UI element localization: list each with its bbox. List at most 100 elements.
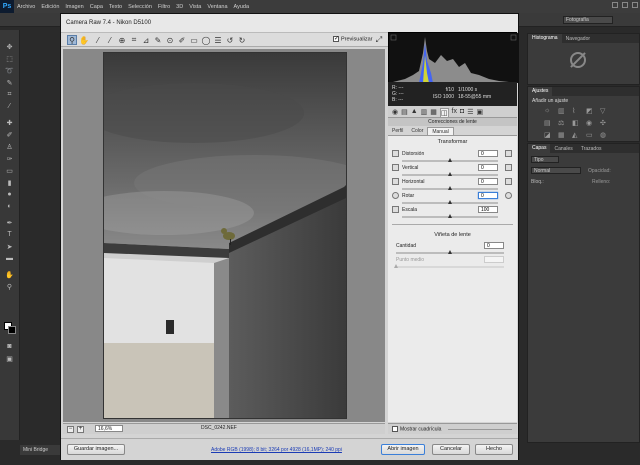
menu-3d[interactable]: 3D bbox=[173, 4, 186, 10]
vibrance-icon[interactable]: ▽ bbox=[600, 107, 614, 115]
menu-ventana[interactable]: Ventana bbox=[204, 4, 230, 10]
slider-cantidad[interactable]: Cantidad 0 bbox=[388, 242, 517, 256]
vignette-amount-thumb[interactable] bbox=[448, 250, 452, 254]
levels-icon[interactable]: ▥ bbox=[558, 107, 572, 115]
cancel-button[interactable]: Cancelar bbox=[432, 444, 470, 455]
workspace-select[interactable]: Fotografía bbox=[563, 16, 613, 24]
zoom-in-button[interactable]: + bbox=[77, 426, 84, 433]
tab-channels[interactable]: Canales bbox=[550, 146, 576, 152]
adjustment-brush-icon[interactable]: ✐ bbox=[177, 35, 187, 45]
marquee-tool-icon[interactable]: ⬚ bbox=[4, 54, 15, 63]
show-grid-toggle[interactable]: Mostrar cuadrícula bbox=[388, 423, 517, 434]
crop-tool-icon[interactable]: ⌗ bbox=[4, 90, 15, 99]
lasso-tool-icon[interactable]: ➰ bbox=[4, 66, 15, 75]
maximize-icon[interactable] bbox=[622, 2, 628, 8]
tab-histogram[interactable]: Histograma bbox=[528, 34, 562, 43]
menu-imagen[interactable]: Imagen bbox=[62, 4, 86, 10]
photo-filter-icon[interactable]: ◉ bbox=[586, 119, 600, 127]
slider-distorsion[interactable]: Distorsión 0 bbox=[388, 150, 517, 164]
split-toning-icon[interactable]: ▦ bbox=[430, 108, 437, 118]
curves-icon[interactable]: ⌇ bbox=[572, 107, 586, 115]
crop-icon[interactable]: ⌗ bbox=[129, 35, 139, 45]
screen-mode-icon[interactable]: ▣ bbox=[4, 354, 15, 363]
path-select-tool-icon[interactable]: ➤ bbox=[4, 242, 15, 251]
vertical-input[interactable]: 0 bbox=[478, 164, 498, 171]
scale-thumb[interactable] bbox=[448, 214, 452, 218]
hand-icon[interactable]: ✋ bbox=[79, 35, 89, 45]
healing-tool-icon[interactable]: ✚ bbox=[4, 118, 15, 127]
zoom-icon[interactable]: ⚲ bbox=[67, 35, 77, 45]
mini-bridge-tab[interactable]: Mini Bridge bbox=[20, 445, 60, 455]
distortion-thumb[interactable] bbox=[448, 158, 452, 162]
hand-tool-icon[interactable]: ✋ bbox=[4, 270, 15, 279]
menu-archivo[interactable]: Archivo bbox=[14, 4, 38, 10]
slider-escala[interactable]: Escala 100 bbox=[388, 206, 517, 220]
menu-texto[interactable]: Texto bbox=[106, 4, 125, 10]
presets-icon[interactable]: ☰ bbox=[467, 108, 473, 118]
exposure-icon[interactable]: ◩ bbox=[586, 107, 600, 115]
rotate-left-icon[interactable]: ↺ bbox=[225, 35, 235, 45]
brightness-icon[interactable]: ☼ bbox=[544, 107, 558, 115]
white-balance-icon[interactable]: ⁄ bbox=[93, 35, 103, 45]
stamp-tool-icon[interactable]: ♙ bbox=[4, 142, 15, 151]
tab-manual[interactable]: Manual bbox=[427, 127, 454, 135]
menu-capa[interactable]: Capa bbox=[87, 4, 106, 10]
tab-layers[interactable]: Capas bbox=[528, 144, 551, 153]
color-sampler-icon[interactable]: ⁄ bbox=[105, 35, 115, 45]
lens-corrections-icon[interactable]: ◫ bbox=[439, 108, 449, 118]
basic-panel-icon[interactable]: ◉ bbox=[392, 108, 398, 118]
red-eye-icon[interactable]: ⊙ bbox=[165, 35, 175, 45]
raw-photo-preview[interactable] bbox=[103, 52, 347, 419]
mixer-icon[interactable]: ✣ bbox=[600, 119, 614, 127]
snapshots-icon[interactable]: ▣ bbox=[477, 108, 484, 118]
brush-tool-icon[interactable]: ✐ bbox=[4, 130, 15, 139]
done-button[interactable]: Hecho bbox=[475, 444, 513, 455]
vignette-amount-input[interactable]: 0 bbox=[484, 242, 504, 249]
hue-icon[interactable]: ▤ bbox=[544, 119, 558, 127]
show-grid-checkbox[interactable] bbox=[392, 426, 398, 432]
rotate-input[interactable]: 0 bbox=[478, 192, 498, 199]
blur-tool-icon[interactable]: ● bbox=[4, 190, 15, 199]
horizontal-thumb[interactable] bbox=[448, 186, 452, 190]
tab-navigator[interactable]: Navegador bbox=[562, 36, 594, 42]
tone-curve-icon[interactable]: ▤ bbox=[401, 108, 408, 118]
distortion-input[interactable]: 0 bbox=[478, 150, 498, 157]
menu-vista[interactable]: Vista bbox=[186, 4, 204, 10]
quick-select-tool-icon[interactable]: ✎ bbox=[4, 78, 15, 87]
graduated-filter-icon[interactable]: ▭ bbox=[189, 35, 199, 45]
preview-toggle[interactable]: Previsualizar bbox=[333, 35, 372, 42]
menu-seleccion[interactable]: Selección bbox=[125, 4, 155, 10]
close-icon[interactable] bbox=[632, 2, 638, 8]
rotate-right-icon[interactable]: ↻ bbox=[237, 35, 247, 45]
tab-paths[interactable]: Trazados bbox=[577, 146, 606, 152]
menu-ayuda[interactable]: Ayuda bbox=[231, 4, 253, 10]
preview-checkbox[interactable] bbox=[333, 35, 339, 42]
open-image-button[interactable]: Abrir imagen bbox=[381, 444, 425, 455]
blend-mode-select[interactable]: Normal bbox=[531, 167, 581, 174]
gradient-map-icon[interactable]: ▭ bbox=[586, 131, 600, 139]
type-tool-icon[interactable]: T bbox=[4, 230, 15, 239]
preview-area[interactable] bbox=[63, 49, 385, 422]
spot-removal-icon[interactable]: ✎ bbox=[153, 35, 163, 45]
zoom-out-button[interactable]: − bbox=[67, 426, 74, 433]
menu-edicion[interactable]: Edición bbox=[38, 4, 62, 10]
slider-vertical[interactable]: Vertical 0 bbox=[388, 164, 517, 178]
hsl-panel-icon[interactable]: ▥ bbox=[421, 108, 428, 118]
save-image-button[interactable]: Guardar imagen... bbox=[67, 444, 125, 455]
effects-panel-icon[interactable]: fx bbox=[452, 108, 457, 118]
shape-tool-icon[interactable]: ▬ bbox=[4, 254, 15, 263]
scale-input[interactable]: 100 bbox=[478, 206, 498, 213]
background-color-swatch[interactable] bbox=[8, 326, 16, 334]
quick-mask-icon[interactable]: ◙ bbox=[4, 342, 15, 351]
rotate-thumb[interactable] bbox=[448, 200, 452, 204]
posterize-icon[interactable]: ▦ bbox=[558, 131, 572, 139]
move-tool-icon[interactable]: ✥ bbox=[4, 42, 15, 51]
eyedropper-tool-icon[interactable]: ⁄ bbox=[4, 102, 15, 111]
camera-calibration-icon[interactable]: ◘ bbox=[460, 108, 464, 118]
zoom-level-select[interactable]: 16,6% bbox=[95, 425, 123, 432]
slider-rotar[interactable]: Rotar 0 bbox=[388, 192, 517, 206]
selective-color-icon[interactable]: ◍ bbox=[600, 131, 614, 139]
straighten-icon[interactable]: ⊿ bbox=[141, 35, 151, 45]
targeted-adjust-icon[interactable]: ⊕ bbox=[117, 35, 127, 45]
zoom-tool-icon[interactable]: ⚲ bbox=[4, 282, 15, 291]
